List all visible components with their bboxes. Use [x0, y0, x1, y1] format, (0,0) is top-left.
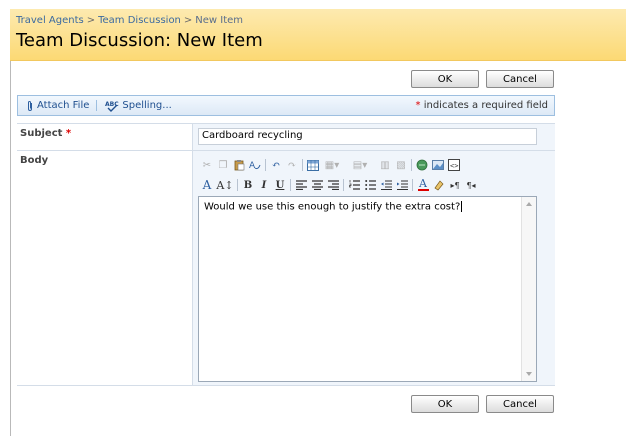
body-label: Body	[20, 155, 49, 166]
breadcrumb-travel-agents[interactable]: Travel Agents	[16, 15, 84, 26]
text-color-letter: A	[419, 177, 427, 190]
body-label-cell: Body	[17, 151, 193, 385]
bold-button[interactable]: B	[241, 178, 255, 192]
ok-button-bottom[interactable]: OK	[411, 395, 479, 413]
body-text-content: Would we use this enough to justify the …	[204, 201, 461, 213]
insert-link-icon[interactable]	[415, 158, 429, 172]
format-painter-icon[interactable]: A	[248, 158, 262, 172]
numbered-list-icon[interactable]	[347, 178, 361, 192]
cut-icon[interactable]: ✂	[200, 158, 214, 172]
increase-indent-icon[interactable]	[395, 178, 409, 192]
cell-icon[interactable]: ▥	[378, 158, 392, 172]
underline-button[interactable]: U	[273, 178, 287, 192]
italic-button[interactable]: I	[257, 178, 271, 192]
toolbar-separator	[411, 159, 412, 171]
rtl-direction-icon[interactable]: ¶◂	[464, 178, 478, 192]
rte-toolbar-row-2: A A↕ B I U A ▸¶ ¶◂	[200, 177, 480, 193]
font-size-icon[interactable]: A↕	[216, 178, 234, 192]
text-caret	[461, 201, 463, 212]
toolbar-separator	[96, 100, 98, 111]
subject-input[interactable]: Cardboard recycling	[198, 128, 537, 145]
required-note-text: indicates a required field	[423, 100, 548, 111]
font-color-a-icon[interactable]: A	[200, 178, 214, 192]
page-header: Travel Agents > Team Discussion > New Item T…	[10, 9, 626, 61]
table-options-icon[interactable]: ▦▾	[322, 158, 342, 172]
decrease-indent-icon[interactable]	[379, 178, 393, 192]
spelling-label: Spelling...	[122, 100, 172, 111]
copy-icon[interactable]: ❐	[216, 158, 230, 172]
spelling-check-icon: ABC	[105, 101, 119, 112]
scroll-up-arrow-icon[interactable]	[526, 202, 532, 206]
insert-image-icon[interactable]	[431, 158, 445, 172]
breadcrumb-current: New Item	[195, 15, 244, 26]
body-text: Would we use this enough to justify the …	[204, 201, 463, 213]
editor-scrollbar[interactable]	[521, 197, 536, 381]
text-color-icon[interactable]: A	[416, 178, 430, 192]
form-toolbar: Attach File ABC Spelling... * indicates …	[17, 95, 555, 116]
html-source-icon[interactable]: <>	[447, 158, 461, 172]
required-star: *	[415, 100, 421, 111]
align-left-icon[interactable]	[294, 178, 308, 192]
rte-toolbar-row-1: ✂ ❐ A ↶ ↷ ▦▾ ▤▾ ▥ ▧ <>	[200, 157, 463, 173]
undo-icon[interactable]: ↶	[269, 158, 283, 172]
merge-icon[interactable]: ▧	[394, 158, 408, 172]
cancel-button-top[interactable]: Cancel	[486, 70, 554, 88]
redo-icon[interactable]: ↷	[285, 158, 299, 172]
paperclip-icon	[28, 100, 32, 111]
breadcrumb-team-discussion[interactable]: Team Discussion	[98, 15, 181, 26]
breadcrumb: Travel Agents > Team Discussion > New Item	[16, 15, 243, 26]
highlight-color-icon[interactable]	[432, 178, 446, 192]
ltr-direction-icon[interactable]: ▸¶	[448, 178, 462, 192]
required-field-note: * indicates a required field	[416, 100, 548, 111]
bullet-list-icon[interactable]	[363, 178, 377, 192]
insert-table-icon[interactable]	[306, 158, 320, 172]
subject-label-cell: Subject *	[17, 124, 193, 150]
svg-text:A: A	[249, 161, 256, 171]
breadcrumb-separator: >	[86, 15, 96, 26]
attach-file-label: Attach File	[37, 100, 90, 111]
spelling-button[interactable]: ABC Spelling...	[105, 100, 172, 112]
breadcrumb-separator: >	[183, 15, 193, 26]
scroll-down-arrow-icon[interactable]	[526, 372, 532, 376]
toolbar-separator	[343, 179, 344, 191]
subject-required-star: *	[65, 128, 72, 139]
rich-text-toolbar: ✂ ❐ A ↶ ↷ ▦▾ ▤▾ ▥ ▧ <> A A↕ B I U A ▸¶ ¶…	[198, 155, 537, 195]
subject-label: Subject	[20, 128, 63, 139]
attach-file-button[interactable]: Attach File	[26, 100, 89, 112]
form-bottom-border	[17, 385, 555, 386]
svg-text:ABC: ABC	[105, 101, 119, 108]
left-divider	[10, 61, 11, 436]
toolbar-separator	[302, 159, 303, 171]
align-right-icon[interactable]	[326, 178, 340, 192]
toolbar-separator	[412, 179, 413, 191]
svg-text:<>: <>	[450, 162, 458, 170]
paste-icon[interactable]	[232, 158, 246, 172]
ok-button-top[interactable]: OK	[411, 70, 479, 88]
toolbar-separator	[237, 179, 238, 191]
page-title: Team Discussion: New Item	[16, 30, 263, 51]
toolbar-separator	[265, 159, 266, 171]
table-dropdown-icon[interactable]: ▤▾	[350, 158, 370, 172]
toolbar-separator	[290, 179, 291, 191]
cancel-button-bottom[interactable]: Cancel	[486, 395, 554, 413]
body-editor[interactable]: Would we use this enough to justify the …	[198, 196, 537, 382]
align-center-icon[interactable]	[310, 178, 324, 192]
